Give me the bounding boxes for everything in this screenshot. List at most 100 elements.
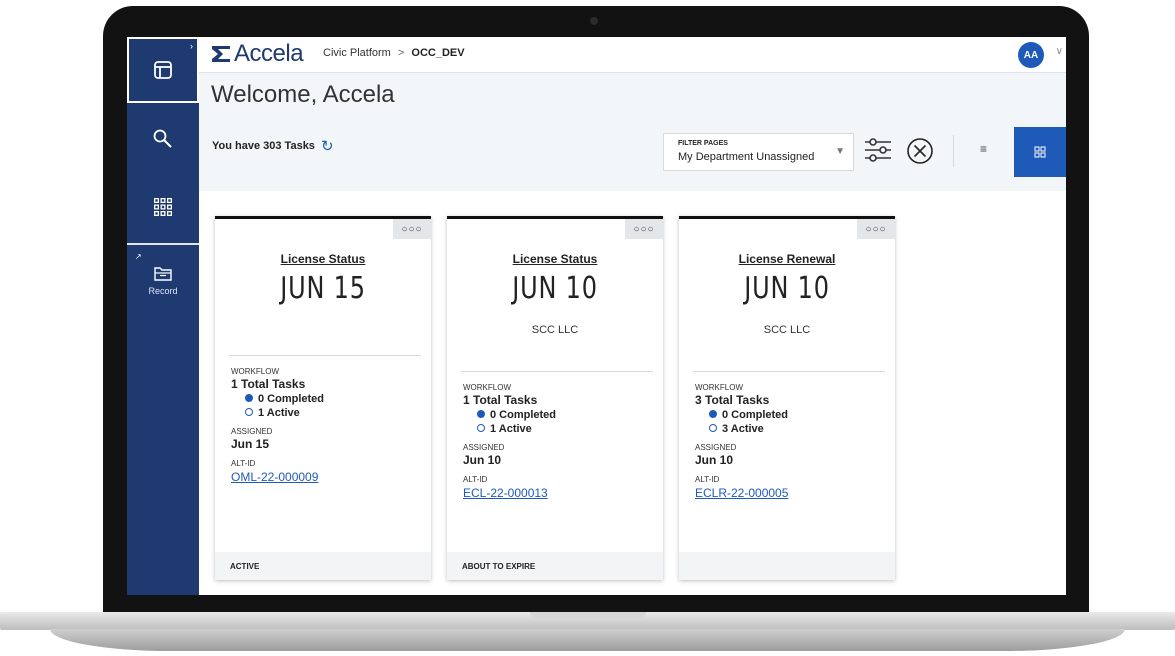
accela-logo-icon: [212, 46, 230, 62]
alt-id-link[interactable]: OML-22-000009: [231, 470, 421, 484]
sidebar-item-label: Record: [148, 286, 178, 296]
assigned-label: ASSIGNED: [231, 427, 273, 436]
clear-filter-icon[interactable]: [906, 137, 934, 165]
filled-dot-icon: [245, 394, 253, 402]
assigned-label: ASSIGNED: [463, 443, 505, 452]
alt-id-label: ALT-ID: [231, 459, 256, 468]
sidebar-item-search[interactable]: [127, 109, 199, 169]
breadcrumb-root[interactable]: Civic Platform: [323, 47, 391, 59]
card-divider: [461, 371, 653, 372]
sidebar-item-apps[interactable]: [127, 177, 199, 237]
card-date: JUN 10: [512, 271, 598, 306]
card-title[interactable]: License Renewal: [679, 252, 895, 266]
workflow-label: WORKFLOW: [231, 367, 279, 376]
total-tasks: 1 Total Tasks: [231, 377, 306, 391]
folder-icon: [154, 267, 172, 281]
dashboard-header: Welcome, Accela You have 303 Tasks ↻ FIL…: [199, 73, 1066, 191]
page-title: Welcome, Accela: [211, 81, 395, 108]
chevron-right-icon[interactable]: ›: [190, 41, 193, 51]
status-badge: [679, 552, 895, 580]
active-count: 1 Active: [463, 423, 653, 435]
completed-count: 0 Completed: [231, 393, 421, 405]
alt-id-link[interactable]: ECLR-22-000005: [695, 486, 885, 500]
laptop-notch: [530, 612, 646, 619]
filled-dot-icon: [709, 410, 717, 418]
card-title[interactable]: License Status: [447, 252, 663, 266]
active-text: 1 Active: [258, 407, 300, 419]
brand-name: Accela: [234, 40, 304, 67]
active-text: 1 Active: [490, 423, 532, 435]
filter-sliders-icon[interactable]: [863, 135, 893, 165]
status-badge: ABOUT TO EXPIRE: [447, 552, 663, 580]
assigned-label: ASSIGNED: [695, 443, 737, 452]
card-details: WORKFLOW 1 Total Tasks 0 Completed 1 Act…: [231, 367, 421, 484]
assigned-date: Jun 10: [695, 453, 734, 467]
card-subtitle: SCC LLC: [531, 324, 579, 336]
top-bar: Accela Civic Platform > OCC_DEV AA ∨: [199, 37, 1066, 73]
grid-icon: [154, 198, 172, 216]
completed-count: 0 Completed: [695, 409, 885, 421]
card-title[interactable]: License Status: [215, 252, 431, 266]
card-date: JUN 10: [744, 271, 830, 306]
hollow-dot-icon: [245, 408, 253, 416]
card-details: WORKFLOW 3 Total Tasks 0 Completed 3 Act…: [695, 383, 885, 500]
webcam: [590, 17, 598, 25]
alt-id-label: ALT-ID: [463, 475, 488, 484]
filter-value: My Department Unassigned: [678, 151, 815, 163]
completed-text: 0 Completed: [258, 393, 325, 405]
task-card[interactable]: ○○○ License Status JUN 15 WORKFLOW 1 Tot…: [215, 216, 431, 580]
avatar[interactable]: AA: [1018, 42, 1044, 68]
card-subtitle: SCC LLC: [763, 324, 811, 336]
app-screen: › ↗ Record Accela Civic Platform > OCC_D…: [127, 37, 1066, 595]
layout-icon: [154, 61, 172, 79]
search-icon: [153, 129, 172, 148]
workflow-label: WORKFLOW: [463, 383, 511, 392]
accela-logo[interactable]: Accela: [211, 40, 304, 68]
pin-icon[interactable]: ↗: [135, 252, 142, 261]
breadcrumb-separator: >: [397, 47, 405, 59]
assigned-date: Jun 15: [231, 437, 270, 451]
card-details: WORKFLOW 1 Total Tasks 0 Completed 1 Act…: [463, 383, 653, 500]
chevron-down-icon[interactable]: ∨: [1056, 46, 1063, 57]
active-count: 1 Active: [231, 407, 421, 419]
sidebar-divider: [127, 243, 199, 245]
assigned-date: Jun 10: [463, 453, 502, 467]
card-date: JUN 15: [280, 271, 366, 306]
breadcrumb-current[interactable]: OCC_DEV: [411, 47, 464, 59]
task-card[interactable]: ○○○ License Status JUN 10 SCC LLC WORKFL…: [447, 216, 663, 580]
completed-text: 0 Completed: [490, 409, 557, 421]
task-card[interactable]: ○○○ License Renewal JUN 10 SCC LLC WORKF…: [679, 216, 895, 580]
hollow-dot-icon: [477, 424, 485, 432]
hollow-dot-icon: [709, 424, 717, 432]
sidebar-item-record[interactable]: ↗ Record: [127, 249, 199, 311]
alt-id-label: ALT-ID: [695, 475, 720, 484]
laptop-base-bottom: [50, 629, 1125, 651]
active-text: 3 Active: [722, 423, 764, 435]
total-tasks: 3 Total Tasks: [695, 393, 770, 407]
breadcrumb: Civic Platform > OCC_DEV: [323, 47, 465, 59]
filter-pages-select[interactable]: FILTER PAGES My Department Unassigned ▼: [663, 133, 854, 171]
active-count: 3 Active: [695, 423, 885, 435]
toolbar-divider: [953, 135, 954, 167]
workflow-label: WORKFLOW: [695, 383, 743, 392]
status-badge: ACTIVE: [215, 552, 431, 580]
refresh-icon[interactable]: ↻: [321, 137, 334, 155]
card-menu-button[interactable]: ○○○: [857, 219, 895, 239]
completed-count: 0 Completed: [463, 409, 653, 421]
task-count-text: You have 303 Tasks: [212, 140, 315, 152]
card-view-icon: [1034, 146, 1046, 158]
filled-dot-icon: [477, 410, 485, 418]
caret-down-icon: ▼: [835, 146, 845, 157]
card-divider: [693, 371, 885, 372]
sidebar-item-dashboard[interactable]: ›: [127, 37, 199, 103]
list-view-icon[interactable]: ≡: [980, 142, 987, 156]
alt-id-link[interactable]: ECL-22-000013: [463, 486, 653, 500]
sidebar: › ↗ Record: [127, 37, 199, 595]
task-count: You have 303 Tasks ↻: [212, 137, 334, 155]
card-menu-button[interactable]: ○○○: [393, 219, 431, 239]
card-menu-button[interactable]: ○○○: [625, 219, 663, 239]
filter-label: FILTER PAGES: [678, 140, 728, 147]
card-view-button[interactable]: [1014, 127, 1066, 177]
card-divider: [229, 355, 421, 356]
completed-text: 0 Completed: [722, 409, 789, 421]
